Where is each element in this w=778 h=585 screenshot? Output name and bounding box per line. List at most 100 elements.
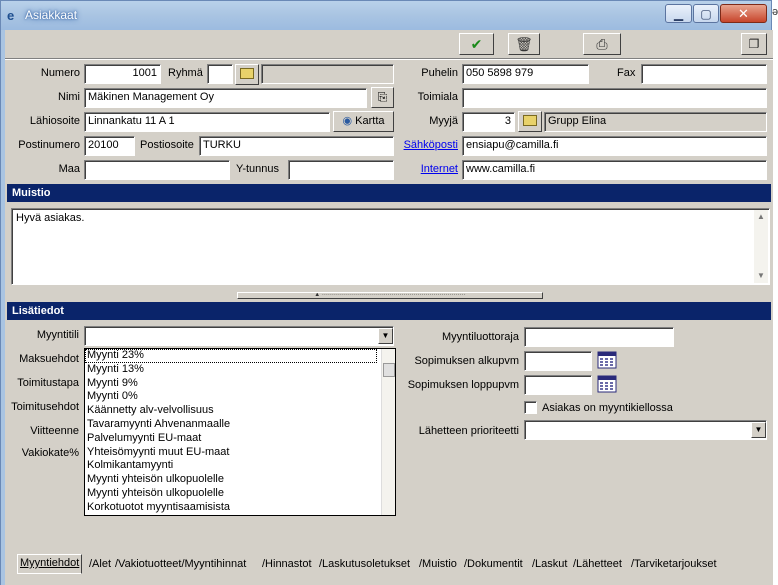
calendar-button[interactable]	[597, 374, 617, 394]
scroll-down-icon[interactable]: ▼	[754, 269, 768, 283]
internet-field[interactable]: www.camilla.fi	[462, 160, 767, 180]
postinumero-field[interactable]: 20100	[84, 136, 135, 156]
dropdown-option[interactable]: Myynti 9%	[85, 377, 395, 391]
ytunnus-label: Y-tunnus	[236, 163, 280, 175]
ryhma-name-field	[261, 64, 394, 84]
lahiosoite-field[interactable]: Linnankatu 11 A 1	[84, 112, 330, 132]
edge-glyph: ə	[772, 6, 778, 18]
dropdown-option[interactable]: Korkotuotot myyntisaamisista	[85, 501, 395, 515]
scrollbar-thumb[interactable]	[383, 363, 395, 377]
myyja-lookup-button[interactable]	[518, 111, 542, 132]
dropdown-option[interactable]: Käännetty alv-velvollisuus	[85, 404, 395, 418]
dropdown-option[interactable]: Tavaramyynti Ahvenanmaalle	[85, 418, 395, 432]
dropdown-option[interactable]: Kolmikantamyynti	[85, 459, 395, 473]
myyntitili-dropdown-list[interactable]: Myynti 23% Myynti 13% Myynti 9% Myynti 0…	[84, 348, 396, 516]
check-icon: ✔	[470, 36, 483, 52]
muistio-text: Hyvä asiakas.	[16, 212, 85, 224]
dropdown-option[interactable]: Myynti yhteisön ulkopuolelle	[85, 487, 395, 501]
dropdown-option[interactable]: Myynti yhteisön ulkopuolelle	[85, 473, 395, 487]
maa-label: Maa	[58, 163, 80, 175]
close-button[interactable]: ✕	[720, 4, 767, 23]
sahkoposti-field[interactable]: ensiapu@camilla.fi	[462, 136, 767, 156]
postiosoite-label: Postiosoite	[140, 139, 194, 151]
sopimuksen-loppupvm-label: Sopimuksen loppupvm	[407, 379, 519, 391]
tab-lahetteet[interactable]: /Lähetteet	[571, 556, 624, 574]
lisatiedot-header: Lisätiedot	[7, 302, 771, 320]
accept-button[interactable]: ✔	[459, 33, 494, 55]
ryhma-field[interactable]	[207, 64, 233, 84]
printer-icon: ⎙	[596, 36, 608, 52]
chevron-down-icon[interactable]: ▼	[378, 328, 393, 344]
dropdown-option[interactable]: Palvelumyynti EU-maat	[85, 432, 395, 446]
splitter-handle[interactable]: ▲ ······································…	[237, 292, 543, 299]
window-switch-icon: ❐	[748, 37, 760, 51]
sahkoposti-link[interactable]: Sähköposti	[401, 138, 458, 152]
contact-card-icon: ⎘	[377, 90, 388, 104]
fax-field[interactable]	[641, 64, 767, 84]
close-icon: ✕	[738, 6, 749, 21]
window-title: Asiakkaat	[25, 8, 78, 22]
muistio-textarea[interactable]: Hyvä asiakas. ▲ ▼	[11, 208, 770, 285]
dropdown-option[interactable]: Myynti 23%	[85, 349, 377, 363]
tab-laskut[interactable]: /Laskut	[530, 556, 569, 574]
delete-button[interactable]: 🗑	[508, 33, 540, 55]
puhelin-label: Puhelin	[421, 67, 458, 79]
window-switch-button[interactable]: ❐	[741, 33, 767, 55]
nimi-field[interactable]: Mäkinen Management Oy	[84, 88, 367, 108]
lahiosoite-label: Lähiosoite	[29, 115, 80, 127]
tab-dokumentit[interactable]: /Dokumentit	[462, 556, 525, 574]
tab-alet[interactable]: /Alet	[87, 556, 113, 574]
print-button[interactable]: ⎙	[583, 33, 621, 55]
contact-card-button[interactable]: ⎘	[371, 87, 394, 108]
dropdown-option[interactable]: Yhteisömyynti muut EU-maat	[85, 446, 395, 460]
window-titlebar: e Asiakkaat ▁ ▢ ✕	[0, 0, 772, 30]
toolbar-separator	[5, 58, 773, 60]
maximize-button[interactable]: ▢	[693, 4, 719, 23]
tab-tarviketarjoukset[interactable]: /Tarviketarjoukset	[629, 556, 719, 574]
tab-myyntiehdot[interactable]: Myyntiehdot	[17, 554, 83, 574]
kartta-button[interactable]: ◉ Kartta	[333, 111, 394, 132]
postiosoite-field[interactable]: TURKU	[199, 136, 394, 156]
ytunnus-field[interactable]	[288, 160, 394, 180]
minimize-button[interactable]: ▁	[665, 4, 692, 23]
maximize-icon: ▢	[700, 7, 712, 21]
internet-link[interactable]: Internet	[401, 162, 458, 176]
vakiokate-label: Vakiokate%	[21, 447, 79, 459]
toimitusehdot-label: Toimitusehdot	[11, 401, 79, 413]
myyntikielto-label: Asiakas on myyntikiellossa	[542, 402, 673, 414]
maa-field[interactable]	[84, 160, 230, 180]
myyntitili-select[interactable]	[84, 326, 394, 346]
muistio-header: Muistio	[7, 184, 771, 202]
lahetteen-prioriteetti-select[interactable]	[524, 420, 767, 440]
toolbar: ✔ 🗑 ⎙ ❐	[5, 30, 773, 58]
dropdown-option[interactable]: Myynti 13%	[85, 363, 395, 377]
postinumero-label: Postinumero	[18, 139, 80, 151]
muistio-scrollbar[interactable]: ▲ ▼	[754, 210, 768, 283]
puhelin-field[interactable]: 050 5898 979	[462, 64, 589, 84]
map-icon: ◉	[342, 115, 353, 127]
chevron-down-icon[interactable]: ▼	[751, 422, 766, 438]
calendar-button[interactable]	[597, 350, 617, 370]
kartta-label: Kartta	[355, 115, 385, 127]
dropdown-scrollbar[interactable]	[381, 349, 395, 515]
app-icon: e	[7, 8, 15, 23]
tab-muistio[interactable]: /Muistio	[417, 556, 459, 574]
tab-laskutusoletukset[interactable]: /Laskutusoletukset	[317, 556, 412, 574]
sopimuksen-alkupvm-field[interactable]	[524, 351, 592, 371]
scroll-up-icon[interactable]: ▲	[754, 210, 768, 224]
ryhma-lookup-button[interactable]	[235, 64, 259, 85]
tab-strip: Myyntiehdot /Alet /Vakiotuotteet/Myyntih…	[5, 554, 773, 576]
myyntikielto-checkbox[interactable]	[524, 401, 537, 414]
myyja-field[interactable]: 3	[462, 112, 515, 132]
dropdown-option[interactable]: Myynti 0%	[85, 390, 395, 404]
numero-field[interactable]: 1001	[84, 64, 161, 84]
client-area: ✔ 🗑 ⎙ ❐ Numero 1001 Ryhmä Nimi Mäkinen M…	[5, 30, 773, 585]
maksuehdot-label: Maksuehdot	[19, 353, 79, 365]
tab-hinnastot[interactable]: /Hinnastot	[260, 556, 314, 574]
myyntiluottoraja-field[interactable]	[524, 327, 674, 347]
toimiala-field[interactable]	[462, 88, 767, 108]
sopimuksen-loppupvm-field[interactable]	[524, 375, 592, 395]
tab-vakiotuotteet[interactable]: /Vakiotuotteet/Myyntihinnat	[113, 556, 248, 574]
trash-icon: 🗑	[515, 36, 533, 52]
ryhma-label: Ryhmä	[168, 67, 203, 79]
